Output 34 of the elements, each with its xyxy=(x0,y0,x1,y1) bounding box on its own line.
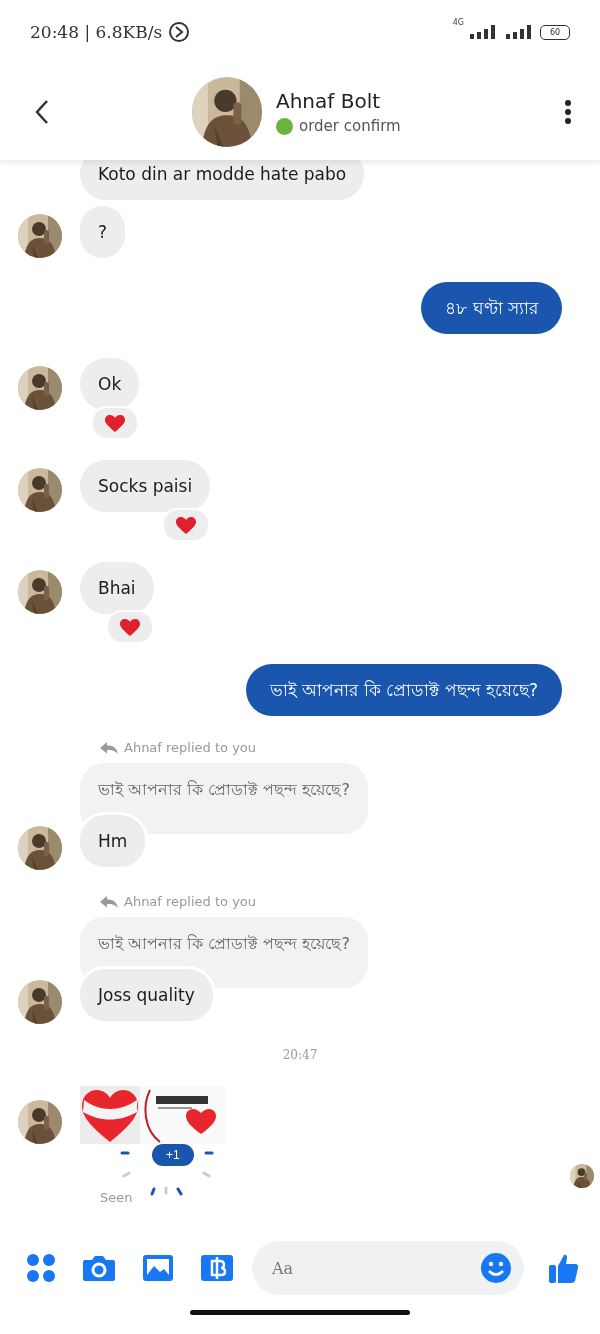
message-bubble: ভাই আপনার কি প্রোডাক্ট পছন্দ হয়েছে? xyxy=(245,664,562,716)
timestamp: 20:47 xyxy=(282,1048,318,1062)
heart-icon xyxy=(119,619,140,637)
seen-label: Seen xyxy=(100,1190,133,1205)
contact-status: order confirm xyxy=(299,117,401,135)
message-bubble: Hm xyxy=(77,812,149,870)
apps-icon[interactable] xyxy=(26,1253,56,1283)
message-bubble: Ok xyxy=(80,358,140,410)
reaction-count-badge[interactable]: +1 xyxy=(152,1144,194,1166)
reply-icon xyxy=(100,894,118,909)
gallery-icon[interactable] xyxy=(142,1254,174,1282)
status-time: 20:48 | 6.8KB/s xyxy=(30,22,163,42)
message-bubble: ? xyxy=(80,206,126,258)
camera-icon[interactable] xyxy=(82,1254,116,1282)
signal-icon xyxy=(506,24,534,40)
data-saver-icon xyxy=(168,21,191,43)
message-field[interactable]: Aa xyxy=(252,1241,524,1295)
emoji-icon[interactable] xyxy=(480,1252,512,1284)
message-bubble: Bhai xyxy=(80,562,154,614)
message-bubble: ৪৮ ঘণ্টা স্যার xyxy=(421,282,562,334)
reply-label: Ahnaf replied to you xyxy=(124,894,257,909)
battery-level: 60 xyxy=(540,24,570,40)
gif-icon[interactable] xyxy=(200,1254,234,1282)
like-icon[interactable] xyxy=(548,1252,580,1284)
message-bubble: Socks paisi xyxy=(80,460,211,512)
reply-label: Ahnaf replied to you xyxy=(124,740,257,755)
network-type: 4G xyxy=(452,18,464,27)
contact-name: Ahnaf Bolt xyxy=(276,89,382,113)
message-bubble: Joss quality xyxy=(77,966,216,1024)
heart-icon xyxy=(176,517,197,535)
heart-icon xyxy=(105,415,126,433)
message-input[interactable]: Aa xyxy=(270,1257,480,1279)
quoted-message: ভাই আপনার কি প্রোডাক্ট পছন্দ হয়েছে? xyxy=(80,763,368,834)
reply-icon xyxy=(100,740,118,755)
